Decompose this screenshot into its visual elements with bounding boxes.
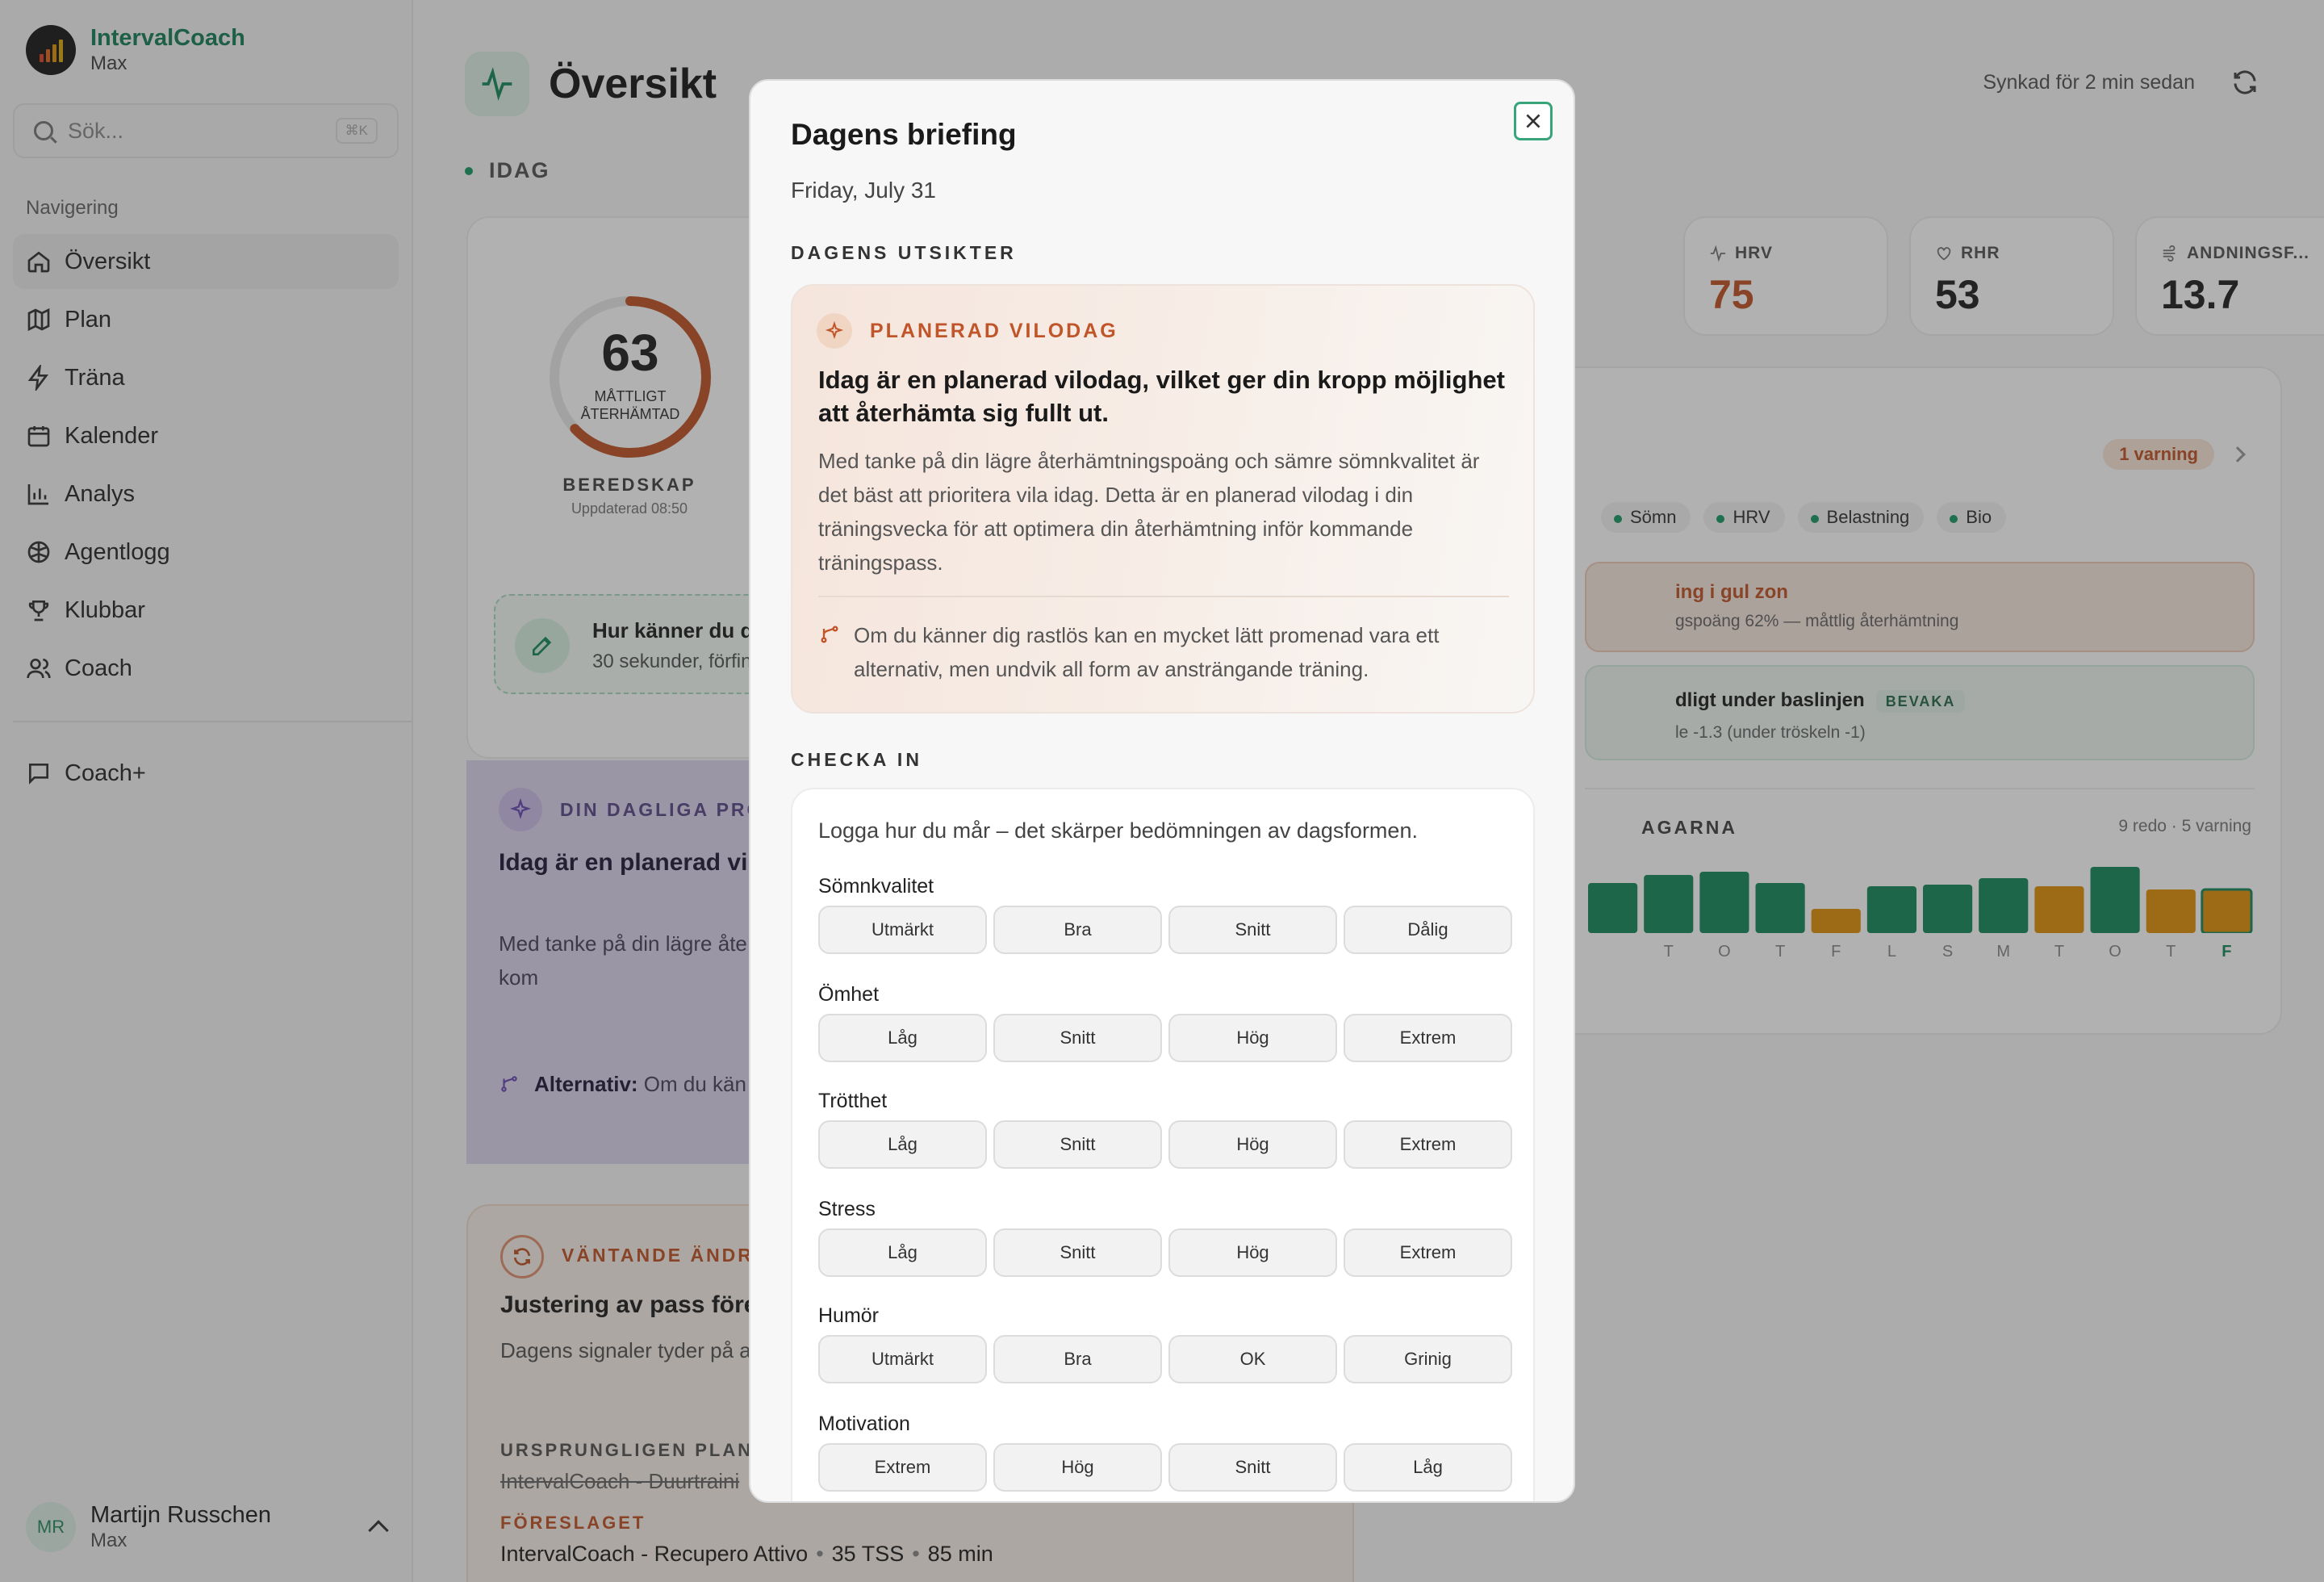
option-button[interactable]: Bra — [993, 906, 1162, 954]
section-prospects: DAGENS UTSIKTER — [791, 242, 1017, 263]
question-label: Ömhet — [818, 983, 880, 1006]
question-label: Sömnkvalitet — [818, 875, 934, 898]
divider — [818, 596, 1509, 597]
option-button[interactable]: Extrem — [1344, 1014, 1512, 1062]
question-trotthet: Trötthet Låg Snitt Hög Extrem — [818, 1090, 1512, 1169]
option-button[interactable]: Extrem — [1344, 1120, 1512, 1169]
prospect-tip: Om du känner dig rastlös kan en mycket l… — [854, 623, 1440, 681]
prospect-title: Idag är en planerad vilodag, vilket ger … — [818, 366, 1505, 427]
option-group: Utmärkt Bra Snitt Dålig — [818, 906, 1512, 954]
option-group: Låg Snitt Hög Extrem — [818, 1228, 1512, 1277]
prospect-label: PLANERAD VILODAG — [870, 320, 1118, 342]
section-checkin: CHECKA IN — [791, 749, 922, 770]
option-button[interactable]: Låg — [818, 1014, 987, 1062]
prospect-card: PLANERAD VILODAG Idag är en planerad vil… — [791, 284, 1535, 714]
prospect-body: Med tanke på din lägre återhämtningspoän… — [818, 449, 1480, 575]
question-stress: Stress Låg Snitt Hög Extrem — [818, 1198, 1512, 1277]
option-button[interactable]: Snitt — [993, 1228, 1162, 1277]
question-motivation: Motivation Extrem Hög Snitt Låg — [818, 1412, 1512, 1492]
option-button[interactable]: Extrem — [818, 1443, 987, 1492]
option-button[interactable]: Snitt — [993, 1120, 1162, 1169]
close-button[interactable] — [1514, 102, 1553, 140]
question-humor: Humör Utmärkt Bra OK Grinig — [818, 1304, 1512, 1383]
modal-title: Dagens briefing — [791, 118, 1017, 151]
option-button[interactable]: Snitt — [1168, 1443, 1337, 1492]
question-label: Trötthet — [818, 1090, 888, 1112]
close-icon — [1526, 114, 1540, 128]
option-button[interactable]: Utmärkt — [818, 1335, 987, 1383]
briefing-modal: Dagens briefing Friday, July 31 DAGENS U… — [749, 79, 1575, 1503]
option-button[interactable]: Snitt — [993, 1014, 1162, 1062]
branch-icon — [821, 626, 838, 643]
option-button[interactable]: Hög — [1168, 1228, 1337, 1277]
option-button[interactable]: Grinig — [1344, 1335, 1512, 1383]
option-group: Låg Snitt Hög Extrem — [818, 1014, 1512, 1062]
option-button[interactable]: Extrem — [1344, 1228, 1512, 1277]
option-button[interactable]: Låg — [1344, 1443, 1512, 1492]
question-label: Motivation — [818, 1412, 910, 1435]
question-omhet: Ömhet Låg Snitt Hög Extrem — [818, 983, 1512, 1062]
option-button[interactable]: Hög — [993, 1443, 1162, 1492]
question-somnkvalitet: Sömnkvalitet Utmärkt Bra Snitt Dålig — [818, 875, 1512, 954]
option-button[interactable]: Utmärkt — [818, 906, 987, 954]
checkin-card: Logga hur du mår – det skärper bedömning… — [791, 788, 1535, 1501]
option-button[interactable]: Snitt — [1168, 906, 1337, 954]
option-group: Utmärkt Bra OK Grinig — [818, 1335, 1512, 1383]
option-button[interactable]: OK — [1168, 1335, 1337, 1383]
option-group: Extrem Hög Snitt Låg — [818, 1443, 1512, 1492]
sparkle-icon — [817, 313, 852, 349]
option-group: Låg Snitt Hög Extrem — [818, 1120, 1512, 1169]
modal-date: Friday, July 31 — [791, 178, 936, 203]
option-button[interactable]: Dålig — [1344, 906, 1512, 954]
option-button[interactable]: Hög — [1168, 1014, 1337, 1062]
option-button[interactable]: Låg — [818, 1120, 987, 1169]
option-button[interactable]: Låg — [818, 1228, 987, 1277]
option-button[interactable]: Hög — [1168, 1120, 1337, 1169]
question-label: Humör — [818, 1304, 880, 1327]
option-button[interactable]: Bra — [993, 1335, 1162, 1383]
checkin-intro: Logga hur du mår – det skärper bedömning… — [818, 818, 1418, 843]
question-label: Stress — [818, 1198, 876, 1220]
